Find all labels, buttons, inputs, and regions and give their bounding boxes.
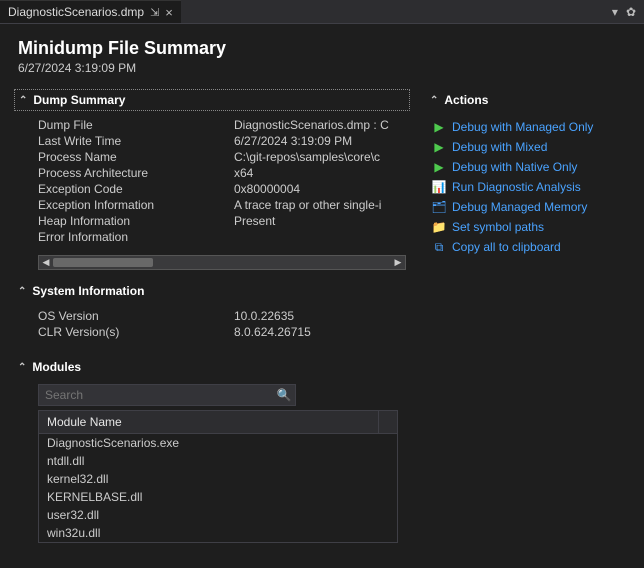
chevron-up-icon: ⌃ [19, 95, 27, 106]
section-header-dump-summary[interactable]: ⌃ Dump Summary [14, 89, 410, 111]
search-input[interactable] [39, 388, 273, 402]
table-row[interactable]: user32.dll [39, 506, 397, 524]
action-copy-all-clipboard[interactable]: ⧉ Copy all to clipboard [432, 237, 626, 257]
chevron-up-icon: ⌃ [18, 362, 26, 373]
section-title: Actions [444, 93, 488, 107]
kv-row: Exception Code0x80000004 [38, 181, 406, 197]
kv-row: Process Architecturex64 [38, 165, 406, 181]
chevron-up-icon: ⌃ [430, 95, 438, 106]
table-row[interactable]: KERNELBASE.dll [39, 488, 397, 506]
table-row[interactable]: win32u.dll [39, 524, 397, 542]
chart-icon: 📊 [432, 177, 446, 197]
kv-row: Process NameC:\git-repos\samples\core\c [38, 149, 406, 165]
kv-row: Exception InformationA trace trap or oth… [38, 197, 406, 213]
tab-bar: DiagnosticScenarios.dmp ⇲ × ▾ ✿ [0, 0, 644, 24]
section-header-actions[interactable]: ⌃ Actions [430, 89, 626, 111]
play-icon: ▶ [432, 157, 446, 177]
kv-row: Dump FileDiagnosticScenarios.dmp : C [38, 117, 406, 133]
modules-table: Module Name DiagnosticScenarios.exe ntdl… [38, 410, 398, 543]
scroll-thumb[interactable] [53, 258, 153, 267]
page-header: Minidump File Summary 6/27/2024 3:19:09 … [0, 24, 644, 85]
section-title: Modules [32, 360, 81, 374]
system-info-body: OS Version10.0.22635 CLR Version(s)8.0.6… [18, 302, 406, 346]
table-row[interactable]: kernel32.dll [39, 470, 397, 488]
pin-icon[interactable]: ⇲ [150, 6, 159, 19]
table-header: Module Name [39, 411, 397, 434]
kv-row: Heap InformationPresent [38, 213, 406, 229]
scroll-left-icon[interactable]: ◀ [39, 256, 53, 269]
table-row[interactable]: ntdll.dll [39, 452, 397, 470]
editor-tab-active[interactable]: DiagnosticScenarios.dmp ⇲ × [0, 0, 181, 23]
table-row[interactable]: DiagnosticScenarios.exe [39, 434, 397, 452]
play-icon: ▶ [432, 117, 446, 137]
actions-panel: ⌃ Actions ▶ Debug with Managed Only ▶ De… [430, 89, 626, 543]
section-header-system-info[interactable]: ⌃ System Information [18, 280, 406, 302]
gear-icon[interactable]: ✿ [626, 5, 636, 19]
action-debug-native-only[interactable]: ▶ Debug with Native Only [432, 157, 626, 177]
kv-row: Error Information [38, 229, 406, 245]
scroll-right-icon[interactable]: ▶ [391, 256, 405, 269]
kv-row: Last Write Time6/27/2024 3:19:09 PM [38, 133, 406, 149]
action-run-diagnostic-analysis[interactable]: 📊 Run Diagnostic Analysis [432, 177, 626, 197]
action-debug-mixed[interactable]: ▶ Debug with Mixed [432, 137, 626, 157]
stack-icon: 🗂 [432, 197, 446, 217]
copy-icon: ⧉ [432, 237, 446, 257]
chevron-up-icon: ⌃ [18, 286, 26, 297]
section-header-modules[interactable]: ⌃ Modules [18, 356, 406, 378]
action-set-symbol-paths[interactable]: 📁 Set symbol paths [432, 217, 626, 237]
horizontal-scrollbar[interactable]: ◀ ▶ [38, 255, 406, 270]
folder-icon: 📁 [432, 217, 446, 237]
page-title: Minidump File Summary [18, 38, 626, 59]
close-icon[interactable]: × [165, 5, 173, 20]
action-debug-managed-only[interactable]: ▶ Debug with Managed Only [432, 117, 626, 137]
kv-row: OS Version10.0.22635 [38, 308, 406, 324]
section-title: Dump Summary [33, 93, 125, 107]
search-icon[interactable]: 🔍 [273, 388, 295, 402]
kv-row: CLR Version(s)8.0.624.26715 [38, 324, 406, 340]
page-subtitle-date: 6/27/2024 3:19:09 PM [18, 61, 626, 75]
play-icon: ▶ [432, 137, 446, 157]
dump-summary-body: Dump FileDiagnosticScenarios.dmp : C Las… [18, 111, 406, 251]
section-title: System Information [32, 284, 144, 298]
dropdown-icon[interactable]: ▾ [612, 5, 618, 19]
column-header-module-name[interactable]: Module Name [39, 411, 379, 433]
tab-title: DiagnosticScenarios.dmp [8, 5, 144, 19]
action-debug-managed-memory[interactable]: 🗂 Debug Managed Memory [432, 197, 626, 217]
module-search[interactable]: 🔍 [38, 384, 296, 406]
